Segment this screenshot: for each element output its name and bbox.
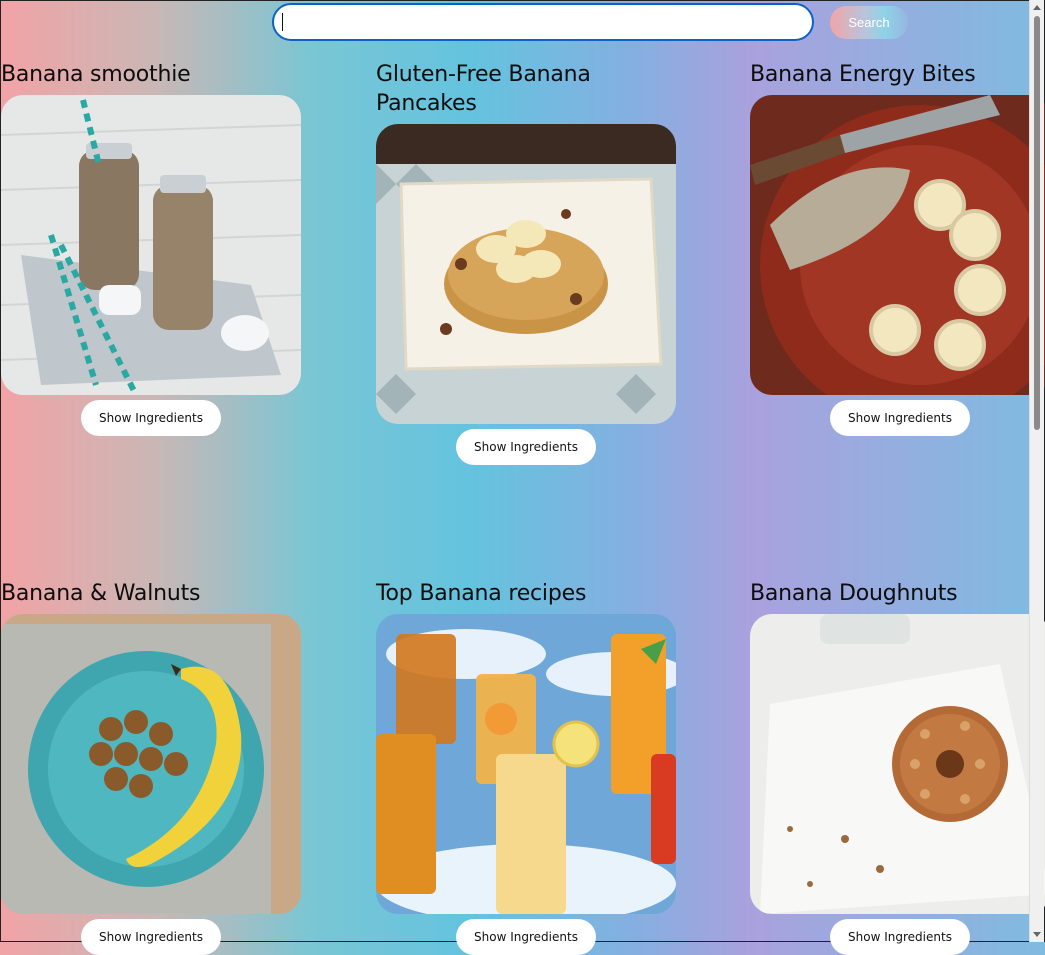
scroll-down-icon[interactable] [1033, 932, 1041, 937]
recipe-title: Banana & Walnuts [1, 581, 201, 606]
show-ingredients-button[interactable]: Show Ingredients [456, 429, 596, 465]
recipe-title: Banana Energy Bites [750, 62, 976, 87]
show-ingredients-button[interactable]: Show Ingredients [81, 400, 221, 436]
recipe-image-pancakes [376, 124, 676, 424]
search-button[interactable]: Search [830, 6, 908, 39]
scroll-up-icon[interactable] [1033, 5, 1041, 10]
recipe-image-energy-bites [750, 95, 1045, 395]
show-ingredients-button[interactable]: Show Ingredients [830, 919, 970, 955]
show-ingredients-button[interactable]: Show Ingredients [830, 400, 970, 436]
recipe-title: Top Banana recipes [376, 581, 587, 606]
recipe-card: Banana Doughnuts Show Ingredients [750, 579, 1045, 955]
recipe-title: Banana smoothie [1, 62, 191, 87]
search-input[interactable] [272, 3, 814, 41]
scroll-thumb[interactable] [1034, 16, 1040, 430]
recipe-title: Banana Doughnuts [750, 581, 958, 606]
show-ingredients-button[interactable]: Show Ingredients [81, 919, 221, 955]
recipe-card: Banana & Walnuts Show Ingredients [1, 579, 301, 955]
recipe-title: Gluten-Free Banana Pancakes [376, 62, 591, 116]
recipe-card: Top Banana recipes Show Ingredients [376, 579, 676, 955]
recipe-image-doughnuts [750, 614, 1045, 914]
recipe-image-smoothie [1, 95, 301, 395]
recipe-image-walnuts [1, 614, 301, 914]
vertical-scrollbar[interactable] [1029, 0, 1044, 942]
recipe-image-drinks [376, 614, 676, 914]
recipe-card: Gluten-Free Banana Pancakes Show Ingredi… [376, 60, 676, 465]
text-caret [282, 13, 283, 31]
recipe-card: Banana smoothie Show Ingredients [1, 60, 301, 436]
recipe-card: Banana Energy Bites Show Ingredients [750, 60, 1045, 436]
show-ingredients-button[interactable]: Show Ingredients [456, 919, 596, 955]
